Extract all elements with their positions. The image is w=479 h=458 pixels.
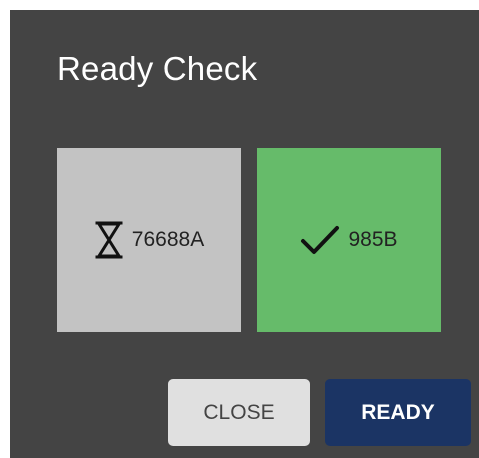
participant-tile-ready: 985B	[257, 148, 441, 332]
ready-button[interactable]: READY	[325, 379, 471, 446]
checkmark-icon	[300, 224, 340, 256]
participant-tile-pending: 76688A	[57, 148, 241, 332]
participant-id: 985B	[348, 228, 398, 251]
participant-id: 76688A	[131, 228, 205, 251]
ready-check-dialog: Ready Check 76688A 985B CLOSE READY	[10, 10, 479, 458]
hourglass-icon	[94, 221, 124, 259]
close-button[interactable]: CLOSE	[168, 379, 310, 446]
dialog-title: Ready Check	[57, 50, 258, 87]
